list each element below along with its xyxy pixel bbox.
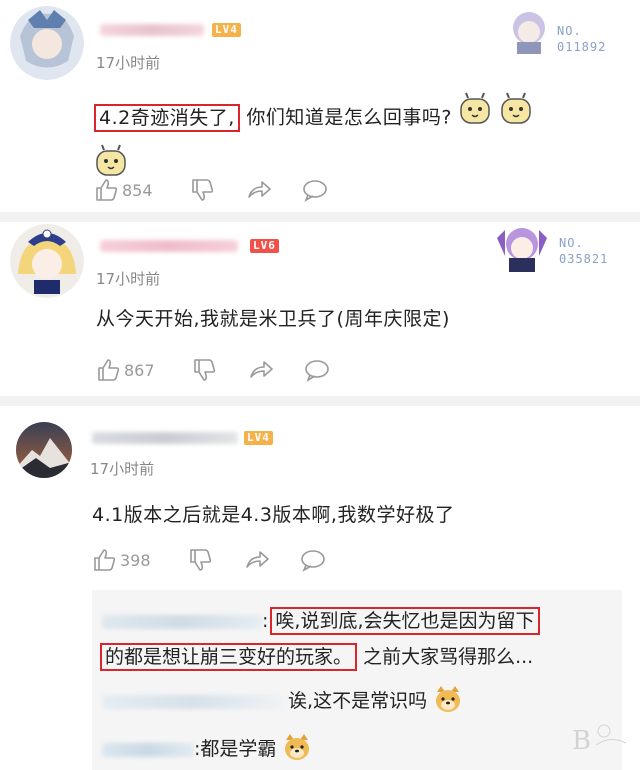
post-time: 17小时前 [96,270,161,288]
fan-badge-avatar-icon [497,228,547,272]
comment-2: LV6 17小时前 NO. 035821 从今天开始,我就是米卫兵了(周年庆限定… [0,222,640,400]
reply-text: 之前大家骂得那么... [363,646,534,668]
comment-icon [305,360,329,382]
comment-actions: 854 [94,176,394,204]
reply-text: 都是学霸 [200,738,277,760]
like-button[interactable]: 854 [94,176,153,204]
thumb-down-icon [194,359,216,381]
reply-item[interactable]: : 唉,说到底,会失忆也是因为留下 [102,606,540,635]
user-avatar[interactable] [16,422,72,478]
dislike-button[interactable] [188,546,214,574]
comment-1: LV4 17小时前 NO. 011892 4.2奇迹消失了, 你们知道是怎么回事… [0,0,640,215]
dislike-button[interactable] [190,176,216,204]
reply-button[interactable] [300,546,326,574]
comment-text: 4.1版本之后就是4.3版本啊,我数学好极了 [92,504,455,526]
doge-emoji-icon [433,684,463,719]
fan-badge[interactable]: NO. 035821 [493,220,623,276]
fan-badge-number: 035821 [559,252,609,266]
dislike-button[interactable] [192,356,218,384]
username[interactable] [92,432,238,444]
like-count: 398 [120,550,151,570]
share-icon [248,181,271,198]
bee-emoji-icon [499,92,533,144]
user-avatar[interactable] [10,6,84,80]
share-button[interactable] [244,546,270,574]
thumb-up-icon [96,179,118,201]
comment-text: 从今天开始,我就是米卫兵了(周年庆限定) [96,308,450,330]
thumb-up-icon [98,359,120,381]
bee-emoji-icon [458,92,492,144]
post-time: 17小时前 [90,460,155,478]
comment-icon [303,180,327,202]
fan-badge-number: 011892 [557,40,607,54]
doge-emoji-icon [282,732,312,767]
fan-badge-no: NO. [559,236,584,250]
highlight-box: 唉,说到底,会失忆也是因为留下 [270,607,540,635]
comment-icon [301,550,325,572]
thumb-up-icon [94,549,116,571]
fan-badge[interactable]: NO. 011892 [505,6,625,58]
watermark-logo: B [570,721,630,760]
user-avatar[interactable] [10,224,84,298]
username[interactable] [100,24,204,36]
like-count: 867 [124,360,155,380]
thumb-down-icon [192,179,214,201]
like-button[interactable]: 398 [92,546,151,574]
share-icon [250,361,273,378]
divider [0,396,640,406]
reply-username[interactable] [102,694,282,709]
reply-text: 诶,这不是常识吗 [288,690,428,712]
reply-button[interactable] [304,356,330,384]
like-count: 854 [122,180,153,200]
username[interactable] [100,240,238,252]
highlight-box: 的都是想让崩三变好的玩家。 [100,643,358,671]
reply-username[interactable] [102,742,194,757]
reply-button[interactable] [302,176,328,204]
post-time: 17小时前 [96,54,161,72]
share-icon [246,551,269,568]
svg-text:B: B [572,726,591,755]
level-badge: LV4 [212,23,241,37]
comment-text-body: 你们知道是怎么回事吗? [246,106,452,129]
comment-actions: 867 [96,356,396,384]
highlight-box: 4.2奇迹消失了, [94,103,240,132]
reply-username[interactable] [102,614,262,629]
reply-item-continued: 的都是想让崩三变好的玩家。 之前大家骂得那么... [100,642,534,671]
share-button[interactable] [248,356,274,384]
reply-item[interactable]: 诶,这不是常识吗 [102,684,463,719]
level-badge: LV6 [250,239,279,253]
share-button[interactable] [246,176,272,204]
fan-badge-avatar-icon [513,12,545,54]
reply-item[interactable]: :都是学霸 [102,732,312,767]
level-badge: LV4 [244,431,273,445]
fan-badge-no: NO. [557,24,582,38]
like-button[interactable]: 867 [96,356,155,384]
comment-actions: 398 [92,546,392,574]
reply-list[interactable]: : 唉,说到底,会失忆也是因为留下 的都是想让崩三变好的玩家。 之前大家骂得那么.… [92,590,622,770]
thumb-down-icon [190,549,212,571]
